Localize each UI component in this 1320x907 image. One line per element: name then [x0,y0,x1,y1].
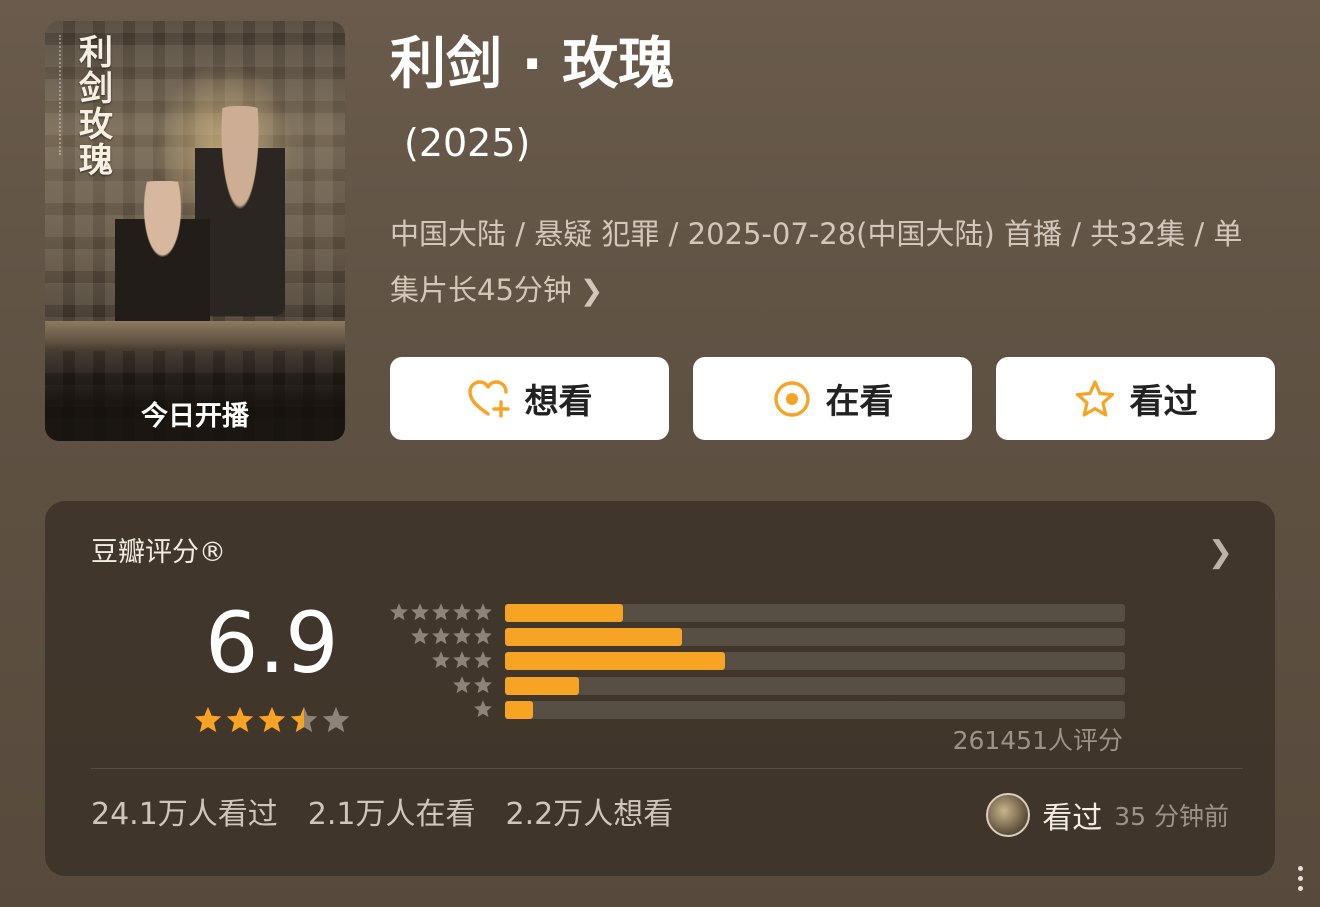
heart-plus-icon [467,379,510,418]
star-icon [474,675,492,693]
watching-button[interactable]: 在看 [693,357,972,440]
watching-count[interactable]: 2.1万人在看 [308,795,476,835]
watched-count[interactable]: 24.1万人看过 [91,795,278,835]
poster-fine-print [59,35,75,155]
chevron-right-icon: ❯ [579,274,604,307]
star-icon [411,603,429,621]
star-icon [322,706,350,733]
watching-label: 在看 [825,382,894,422]
distribution-bar [505,604,623,622]
distribution-row [383,697,1125,721]
star-icon [474,700,492,717]
recent-time: 35 分钟前 [1114,802,1229,831]
want-count[interactable]: 2.2万人想看 [506,795,674,835]
rating-score: 6.9 [205,594,339,692]
distribution-stars [383,699,493,719]
star-icon [194,706,222,733]
distribution-bar-track [505,676,1125,695]
distribution-stars [383,602,493,622]
star-icon [474,627,492,645]
page-title: 利剑 · 玫瑰 [390,32,675,97]
distribution-stars [383,626,493,646]
distribution-bar-track [505,604,1125,622]
poster-title-calligraphy: 利 剑 玫 瑰 [79,35,119,179]
star-icon [453,603,471,621]
avatar [986,793,1031,837]
watched-button[interactable]: 看过 [996,357,1275,440]
star-icon [258,706,286,733]
want-to-watch-button[interactable]: 想看 [390,357,669,440]
distribution-bar-track [505,652,1125,671]
recent-activity[interactable]: 看过 35 分钟前 [986,793,1229,837]
chevron-right-icon[interactable]: ❯ [1208,535,1233,570]
rating-card[interactable]: 豆瓣评分® ❯ 6.9 261451人评分 24.1万人看过 2.1万人在看 2… [45,501,1275,876]
more-options-icon[interactable] [1298,866,1304,891]
star-outline-icon [1075,379,1114,417]
star-icon [411,627,429,645]
star-icon [453,627,471,645]
rating-count: 261451人评分 [952,726,1123,755]
distribution-row [383,648,1125,672]
star-icon [453,675,471,693]
distribution-bar-track [505,628,1125,647]
show-info-link[interactable]: 中国大陆 / 悬疑 犯罪 / 2025-07-28(中国大陆) 首播 / 共32… [390,206,1270,319]
distribution-stars [383,650,493,670]
distribution-bar-track [505,700,1125,719]
poster-char: 玫 [79,105,113,145]
poster-figure-woman [115,181,210,331]
rating-source-label: 豆瓣评分® [91,537,226,568]
distribution-row [383,673,1125,697]
star-icon [390,603,408,621]
watched-label: 看过 [1129,382,1198,422]
release-year: (2025) [404,121,531,165]
star-icon [432,627,450,645]
star-icon [453,651,471,669]
poster-char: 剑 [79,69,113,109]
star-icon [432,603,450,621]
star-icon [290,706,318,733]
divider [91,768,1243,769]
distribution-bar [505,676,580,695]
distribution-stars [383,675,493,695]
distribution-row [383,600,1125,624]
audience-stats: 24.1万人看过 2.1万人在看 2.2万人想看 [91,795,673,835]
distribution-row [383,624,1125,648]
poster-char: 瑰 [79,141,113,181]
want-to-watch-label: 想看 [524,382,593,422]
star-icon [226,706,254,733]
show-info-text: 中国大陆 / 悬疑 犯罪 / 2025-07-28(中国大陆) 首播 / 共32… [390,217,1243,307]
poster-char: 利 [79,33,113,73]
distribution-bar [505,628,682,647]
distribution-bar [505,652,726,671]
target-icon [773,380,810,417]
poster-image[interactable]: 利 剑 玫 瑰 今日开播 [45,21,345,441]
star-icon [474,603,492,621]
premiere-badge: 今日开播 [141,401,249,432]
rating-stars [193,705,351,735]
star-icon [432,651,450,669]
recent-action: 看过 [1042,801,1103,836]
star-icon [474,651,492,669]
distribution-bar [505,700,533,719]
